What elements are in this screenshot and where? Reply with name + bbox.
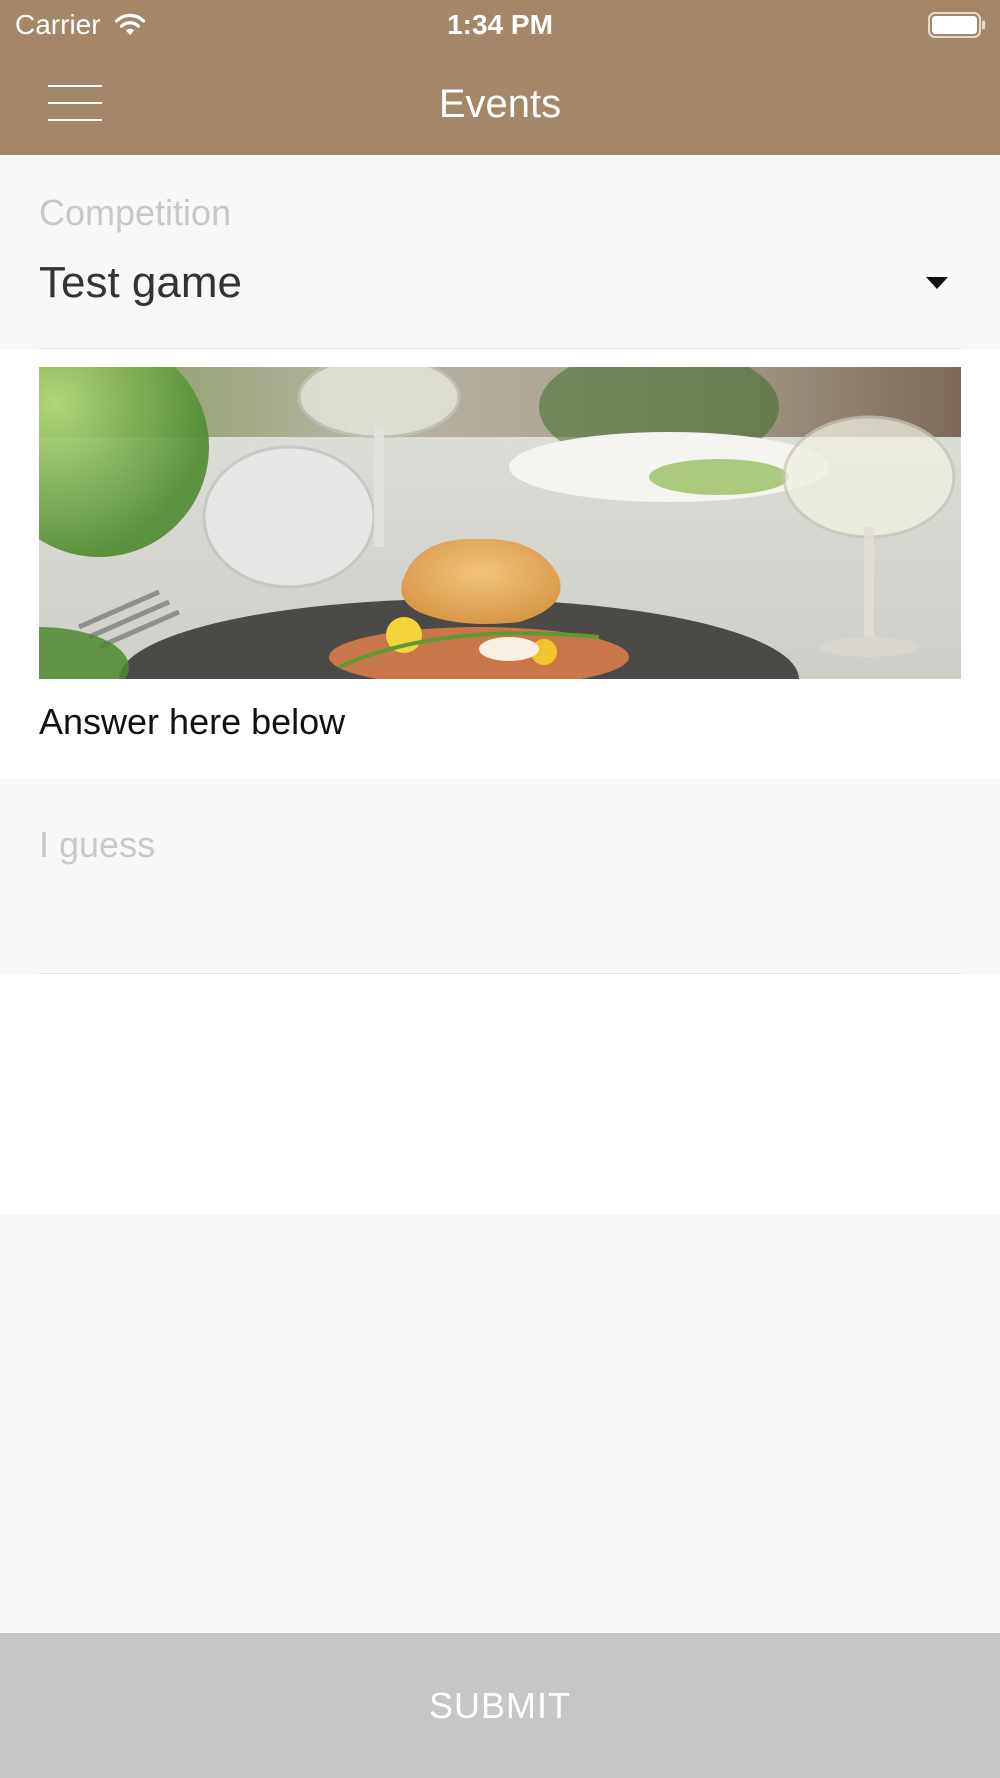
event-photo xyxy=(39,367,961,679)
status-bar: Carrier 1:34 PM xyxy=(0,0,1000,52)
event-image xyxy=(39,367,961,679)
divider xyxy=(39,973,961,974)
guess-field xyxy=(0,779,1000,974)
navigation-bar: Events xyxy=(0,52,1000,155)
competition-label: Competition xyxy=(39,192,232,233)
competition-selected-value: Test game xyxy=(39,258,242,307)
divider xyxy=(39,348,961,349)
caret-down-icon xyxy=(926,277,948,289)
battery-icon xyxy=(928,12,985,38)
guess-input[interactable] xyxy=(39,815,961,875)
answer-heading: Answer here below xyxy=(39,701,346,742)
events-screen: Carrier 1:34 PM Events Competition Test … xyxy=(0,0,1000,1778)
page-title: Events xyxy=(438,82,562,126)
clock: 1:34 PM xyxy=(447,9,553,40)
submit-button[interactable]: SUBMIT xyxy=(0,1633,1000,1778)
content-spacer xyxy=(0,1215,1000,1633)
competition-select[interactable]: Competition Test game xyxy=(0,155,1000,349)
